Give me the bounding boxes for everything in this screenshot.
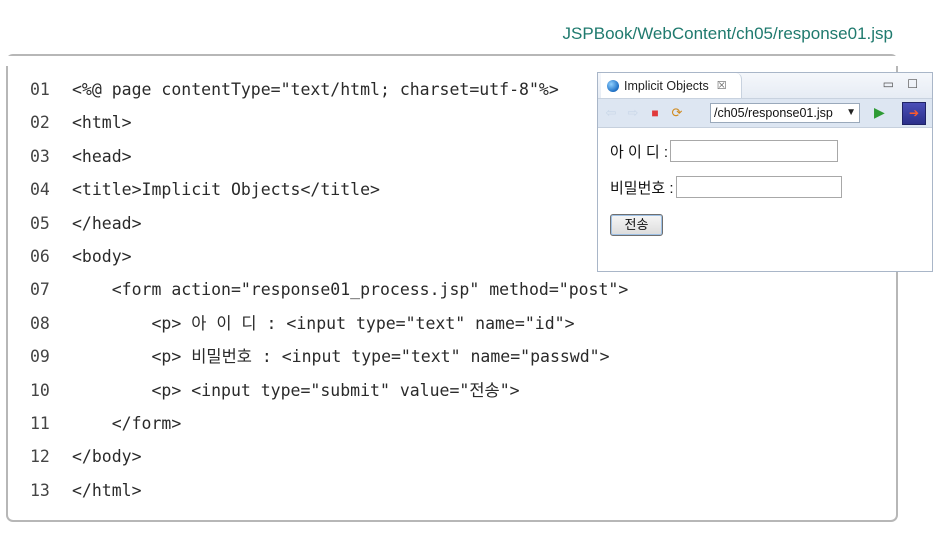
line-text: <head>	[72, 146, 132, 166]
passwd-input[interactable]	[675, 176, 842, 198]
external-browser-icon[interactable]: ➔	[902, 102, 926, 125]
line-text: </html>	[72, 480, 142, 500]
tab-implicit-objects[interactable]: Implicit Objects ☒	[601, 73, 742, 98]
line-text: <%@ page contentType="text/html; charset…	[72, 80, 559, 99]
line-text: <form action="response01_process.jsp" me…	[72, 280, 629, 300]
code-line: 07 <form action="response01_process.jsp"…	[30, 278, 628, 311]
line-number: 05	[30, 213, 50, 233]
minimize-icon[interactable]: ▭	[883, 77, 894, 91]
code-line: 11 </form>	[30, 412, 628, 445]
code-line: 06 <body>	[30, 245, 628, 278]
code-line: 08 <p> 아 이 디 : <input type="text" name="…	[30, 312, 628, 345]
browser-view: Implicit Objects ☒ ▭ ☐ ⇦ ⇨ ■ ⟳ /ch05/res…	[597, 72, 933, 272]
line-number: 02	[30, 113, 50, 133]
go-icon[interactable]: ▶	[874, 104, 885, 121]
url-input[interactable]: /ch05/response01.jsp ▼	[710, 103, 860, 123]
view-tab-bar: Implicit Objects ☒ ▭ ☐	[598, 73, 932, 99]
code-listing: 01 <%@ page contentType="text/html; chars…	[30, 78, 628, 512]
code-line: 13 </html>	[30, 479, 628, 512]
forward-icon[interactable]: ⇨	[624, 104, 642, 122]
line-text: <title>Implicit Objects</title>	[72, 180, 380, 200]
maximize-icon[interactable]: ☐	[907, 77, 918, 91]
line-number: 13	[30, 480, 50, 500]
tab-title: Implicit Objects	[624, 78, 709, 93]
passwd-label: 비밀번호 :	[610, 179, 674, 197]
line-number: 06	[30, 246, 50, 266]
code-line: 03 <head>	[30, 145, 628, 178]
line-text: <p> 비밀번호 : <input type="text" name="pass…	[72, 347, 610, 367]
passwd-row: 비밀번호 :	[610, 176, 842, 198]
line-number: 10	[30, 380, 50, 400]
line-text: </form>	[72, 413, 182, 433]
id-row: 아 이 디 :	[610, 140, 839, 162]
line-number: 01	[30, 80, 50, 99]
line-number: 11	[30, 413, 50, 433]
code-line: 02 <html>	[30, 111, 628, 144]
close-icon[interactable]: ☒	[717, 79, 727, 92]
line-number: 03	[30, 146, 50, 166]
line-number: 09	[30, 347, 50, 367]
line-number: 07	[30, 280, 50, 300]
stop-icon[interactable]: ■	[646, 104, 664, 122]
code-line: 04 <title>Implicit Objects</title>	[30, 178, 628, 211]
code-line: 10 <p> <input type="submit" value="전송">	[30, 379, 628, 412]
line-text: </head>	[72, 213, 142, 233]
line-number: 04	[30, 180, 50, 200]
code-line: 09 <p> 비밀번호 : <input type="text" name="p…	[30, 345, 628, 378]
id-label: 아 이 디 :	[610, 143, 669, 161]
line-number: 08	[30, 313, 50, 333]
submit-button[interactable]: 전송	[610, 214, 663, 236]
code-line: 05 </head>	[30, 212, 628, 245]
line-text: <body>	[72, 246, 132, 266]
line-text: </body>	[72, 447, 142, 467]
id-input[interactable]	[670, 140, 839, 162]
line-number: 12	[30, 447, 50, 467]
line-text: <html>	[72, 113, 132, 133]
chevron-down-icon[interactable]: ▼	[846, 104, 856, 122]
code-line: 12 </body>	[30, 445, 628, 478]
code-line: 01 <%@ page contentType="text/html; chars…	[30, 78, 628, 111]
url-text: /ch05/response01.jsp	[714, 106, 833, 120]
refresh-icon[interactable]: ⟳	[668, 104, 686, 122]
line-text: <p> <input type="submit" value="전송">	[72, 380, 520, 400]
line-text: <p> 아 이 디 : <input type="text" name="id"…	[72, 313, 575, 333]
browser-toolbar: ⇦ ⇨ ■ ⟳ /ch05/response01.jsp ▼ ▶ ➔	[598, 99, 932, 128]
file-path: JSPBook/WebContent/ch05/response01.jsp	[562, 24, 893, 43]
globe-icon	[607, 79, 619, 92]
back-icon[interactable]: ⇦	[602, 104, 620, 122]
